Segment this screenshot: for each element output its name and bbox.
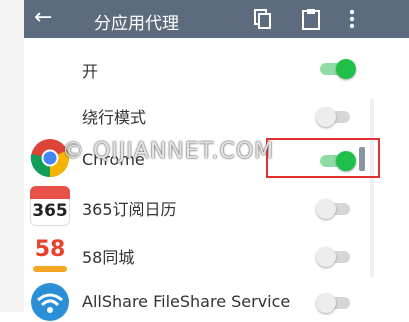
calendar-365-icon: 365 — [30, 186, 70, 226]
toggle-switch-58[interactable] — [316, 246, 356, 267]
setting-label: 开 — [82, 62, 99, 81]
switch-thumb — [336, 59, 356, 79]
app-label: AllShare FileShare Service — [82, 292, 291, 311]
clipboard-icon[interactable] — [301, 8, 321, 30]
58-tongcheng-icon: 58 — [30, 234, 70, 274]
scrollbar-track[interactable] — [370, 98, 374, 278]
switch-thumb — [316, 107, 336, 127]
switch-thumb — [316, 247, 336, 267]
calendar-header-bar — [30, 186, 70, 199]
wifi-share-icon — [31, 283, 69, 321]
app-row-allshare[interactable]: AllShare FileShare Service — [24, 282, 409, 322]
58-icon-stripe — [33, 266, 67, 272]
app-label: 58同城 — [82, 248, 135, 267]
highlight-annotation-box — [266, 138, 380, 178]
calendar-icon-text: 365 — [32, 201, 68, 221]
more-vert-icon[interactable] — [348, 8, 356, 30]
58-icon-text: 58 — [34, 237, 66, 262]
left-edge-strip — [0, 0, 24, 312]
app-row-58[interactable]: 58 58同城 — [24, 234, 409, 278]
switch-thumb — [316, 199, 336, 219]
setting-label: 绕行模式 — [82, 108, 147, 127]
switch-thumb — [316, 293, 336, 313]
app-label: 365订阅日历 — [82, 200, 177, 219]
app-proxy-list: 开 绕行模式 Chrome 365 365订阅日历 58 58同城 AllSha… — [24, 38, 409, 321]
toggle-switch-allshare[interactable] — [316, 292, 356, 313]
toggle-switch-365[interactable] — [316, 198, 356, 219]
copy-icon[interactable] — [253, 8, 273, 30]
setting-row-bypass-mode[interactable]: 绕行模式 — [24, 102, 409, 128]
watermark-text: © QIJIANNET.COM — [62, 139, 275, 164]
app-row-365-calendar[interactable]: 365 365订阅日历 — [24, 186, 409, 230]
arrow-left-icon[interactable]: ← — [34, 4, 52, 32]
toolbar: ← 分应用代理 — [24, 0, 409, 38]
toggle-switch-bypass[interactable] — [316, 106, 356, 127]
page-title: 分应用代理 — [94, 14, 179, 34]
setting-row-on[interactable]: 开 — [24, 56, 409, 82]
toggle-switch-on[interactable] — [316, 58, 356, 79]
